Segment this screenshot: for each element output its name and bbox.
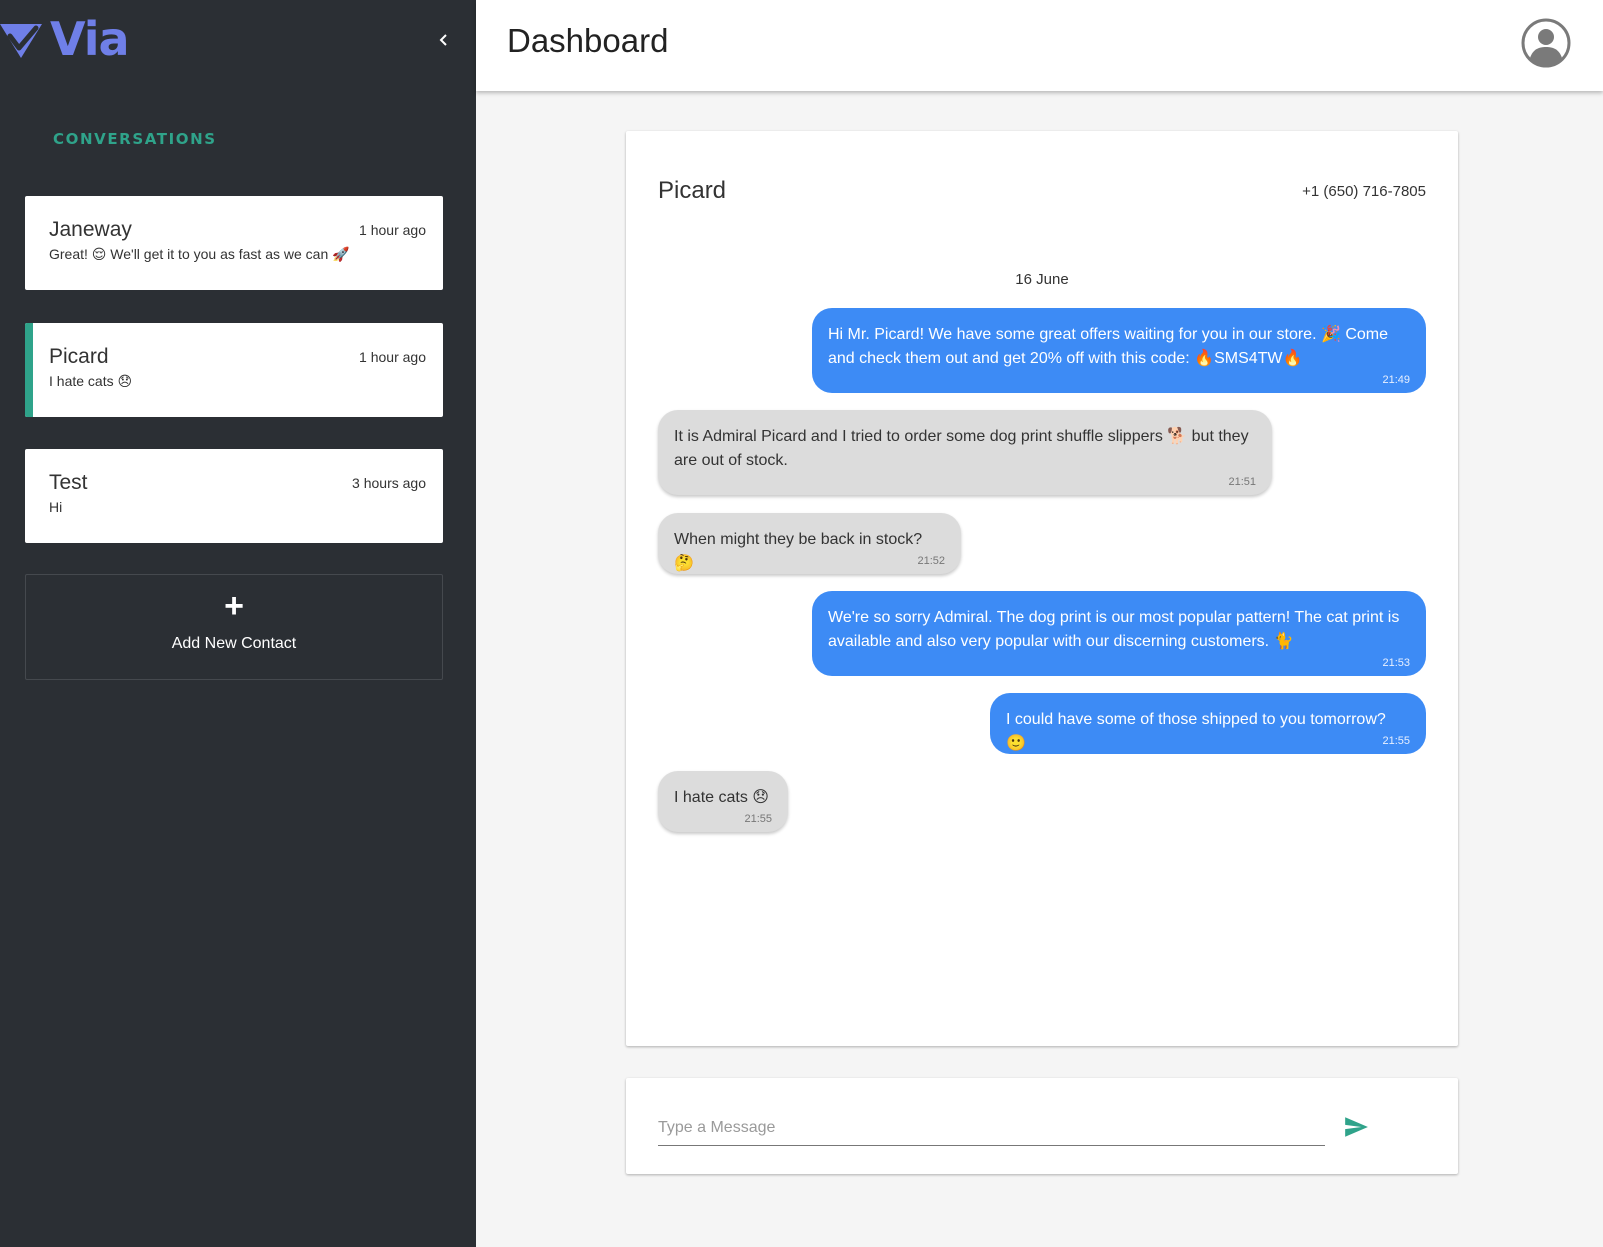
- add-new-contact-button[interactable]: + Add New Contact: [25, 574, 443, 680]
- date-separator: 16 June: [1015, 271, 1069, 288]
- collapse-sidebar-button[interactable]: [432, 28, 456, 52]
- chat-contact-phone: +1 (650) 716-7805: [1302, 183, 1426, 200]
- conversation-name: Picard: [49, 345, 109, 368]
- message-time: 21:55: [1382, 735, 1410, 747]
- conversation-name: Janeway: [49, 218, 132, 241]
- logo-icon: [0, 24, 42, 58]
- message-text: I could have some of those shipped to yo…: [1006, 711, 1386, 752]
- account-avatar-button[interactable]: [1521, 18, 1571, 68]
- logo[interactable]: Via: [0, 12, 130, 66]
- send-icon: [1345, 1117, 1368, 1137]
- conversation-preview: I hate cats 😞: [49, 373, 133, 389]
- conversation-time: 1 hour ago: [359, 222, 426, 238]
- message-bubble-incoming: It is Admiral Picard and I tried to orde…: [658, 410, 1272, 495]
- conversation-preview: Great! 😌 We'll get it to you as fast as …: [49, 246, 350, 262]
- message-text: I hate cats 😞: [674, 789, 769, 806]
- page-title: Dashboard: [507, 22, 669, 59]
- message-input[interactable]: [658, 1110, 1325, 1146]
- sidebar: Via CONVERSATIONS Janeway 1 hour ago Gre…: [0, 0, 476, 1247]
- message-bubble-outgoing: Hi Mr. Picard! We have some great offers…: [812, 308, 1426, 393]
- conversation-card-janeway[interactable]: Janeway 1 hour ago Great! 😌 We'll get it…: [25, 196, 443, 290]
- chat-contact-name: Picard: [658, 177, 727, 204]
- conversation-time: 3 hours ago: [352, 475, 426, 491]
- conversation-name: Test: [49, 471, 88, 494]
- logo-text: Via: [50, 12, 130, 66]
- message-text: It is Admiral Picard and I tried to orde…: [674, 428, 1249, 469]
- user-account-icon: [1521, 18, 1571, 68]
- chevron-left-icon: [439, 34, 447, 46]
- conversation-time: 1 hour ago: [359, 349, 426, 365]
- message-time: 21:55: [744, 813, 772, 825]
- plus-icon: +: [224, 587, 244, 625]
- conversation-card-picard[interactable]: Picard 1 hour ago I hate cats 😞: [25, 323, 443, 417]
- top-bar: Dashboard: [476, 0, 1603, 91]
- message-time: 21:51: [1228, 476, 1256, 488]
- send-button[interactable]: [1343, 1114, 1369, 1140]
- message-bubble-incoming: When might they be back in stock? 🤔 21:5…: [658, 513, 961, 574]
- message-text: When might they be back in stock? 🤔: [674, 531, 923, 572]
- message-time: 21:53: [1382, 657, 1410, 669]
- message-text: We're so sorry Admiral. The dog print is…: [828, 609, 1400, 650]
- message-time: 21:52: [917, 555, 945, 567]
- message-time: 21:49: [1382, 374, 1410, 386]
- message-bubble-outgoing: We're so sorry Admiral. The dog print is…: [812, 591, 1426, 676]
- message-bubble-incoming: I hate cats 😞 21:55: [658, 771, 788, 832]
- conversation-card-test[interactable]: Test 3 hours ago Hi: [25, 449, 443, 543]
- add-new-contact-label: Add New Contact: [171, 635, 297, 652]
- conversation-preview: Hi: [49, 499, 63, 515]
- chat-panel: Picard +1 (650) 716-7805 16 June Hi Mr. …: [626, 131, 1458, 1046]
- message-composer: [626, 1078, 1458, 1174]
- conversations-heading: CONVERSATIONS: [53, 130, 217, 148]
- message-text: Hi Mr. Picard! We have some great offers…: [828, 326, 1388, 367]
- message-bubble-outgoing: I could have some of those shipped to yo…: [990, 693, 1426, 754]
